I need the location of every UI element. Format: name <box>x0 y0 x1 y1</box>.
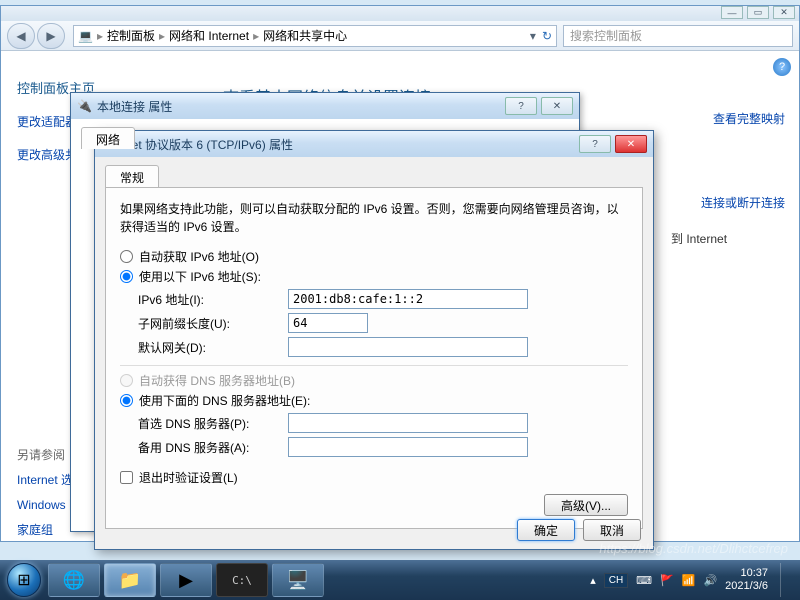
tray-clock[interactable]: 10:37 2021/3/6 <box>725 567 768 593</box>
radio-use-ip-label: 使用以下 IPv6 地址(S): <box>139 268 261 285</box>
ipv6-properties-dialog: Internet 协议版本 6 (TCP/IPv6) 属性 ? ✕ 常规 如果网… <box>94 130 654 550</box>
network-icon: 🔌 <box>77 99 91 113</box>
search-input[interactable]: 搜索控制面板 <box>563 25 793 47</box>
forward-button[interactable]: ▶ <box>37 23 65 49</box>
computer-icon: 💻 <box>78 29 93 43</box>
tray-expand-icon[interactable]: ▴ <box>590 574 596 587</box>
radio-auto-dns <box>120 374 133 387</box>
ok-button[interactable]: 确定 <box>517 519 575 541</box>
win2-titlebar[interactable]: 🔌 本地连接 属性 ? ✕ <box>71 93 579 119</box>
ipv6-address-input[interactable] <box>288 289 528 309</box>
link-connect[interactable]: 连接或断开连接 <box>701 194 785 211</box>
back-button[interactable]: ◀ <box>7 23 35 49</box>
taskbar-media[interactable]: ▶ <box>160 563 212 597</box>
radio-use-dns[interactable] <box>120 394 133 407</box>
dns2-label: 备用 DNS 服务器(A): <box>138 439 288 456</box>
search-placeholder: 搜索控制面板 <box>570 27 642 44</box>
maximize-button[interactable]: ▭ <box>747 6 769 19</box>
tab-panel-general: 如果网络支持此功能，则可以自动获取分配的 IPv6 设置。否则，您需要向网络管理… <box>105 187 643 529</box>
taskbar: ⊞ 🌐 📁 ▶ C:\ 🖥️ ▴ CH ⌨ 🚩 📶 🔊 10:37 2021/3… <box>0 560 800 600</box>
radio-use-dns-row[interactable]: 使用下面的 DNS 服务器地址(E): <box>120 392 628 409</box>
link-full-map[interactable]: 查看完整映射 <box>713 110 785 127</box>
dropdown-icon[interactable]: ▾ <box>530 29 536 43</box>
refresh-icon[interactable]: ↻ <box>542 29 552 43</box>
gateway-label: 默认网关(D): <box>138 339 288 356</box>
validate-row[interactable]: 退出时验证设置(L) <box>120 469 628 486</box>
win2-close-button[interactable]: ✕ <box>541 97 573 115</box>
tray-flag-icon[interactable]: 🚩 <box>660 574 674 587</box>
breadcrumb-2[interactable]: 网络和 Internet <box>169 27 249 44</box>
close-button[interactable]: ✕ <box>773 6 795 19</box>
radio-use-dns-label: 使用下面的 DNS 服务器地址(E): <box>139 392 310 409</box>
taskbar-cmd[interactable]: C:\ <box>216 563 268 597</box>
win3-titlebar[interactable]: Internet 协议版本 6 (TCP/IPv6) 属性 ? ✕ <box>95 131 653 157</box>
ipv6-description: 如果网络支持此功能，则可以自动获取分配的 IPv6 设置。否则，您需要向网络管理… <box>120 200 628 236</box>
radio-auto-ip-label: 自动获取 IPv6 地址(O) <box>139 248 259 265</box>
breadcrumb-3[interactable]: 网络和共享中心 <box>263 27 347 44</box>
windows-logo-icon: ⊞ <box>17 570 30 590</box>
validate-checkbox[interactable] <box>120 471 133 484</box>
advanced-button[interactable]: 高级(V)... <box>544 494 628 516</box>
help-icon[interactable]: ? <box>773 58 791 76</box>
win3-close-button[interactable]: ✕ <box>615 135 647 153</box>
system-tray: ▴ CH ⌨ 🚩 📶 🔊 10:37 2021/3/6 <box>590 563 796 597</box>
taskbar-network-center[interactable]: 🖥️ <box>272 563 324 597</box>
win2-help-button[interactable]: ? <box>505 97 537 115</box>
ip-label: IPv6 地址(I): <box>138 291 288 308</box>
dns1-label: 首选 DNS 服务器(P): <box>138 415 288 432</box>
tray-date: 2021/3/6 <box>725 580 768 593</box>
radio-auto-dns-label: 自动获得 DNS 服务器地址(B) <box>139 372 295 389</box>
cancel-button[interactable]: 取消 <box>583 519 641 541</box>
win2-tab-network[interactable]: 网络 <box>81 127 135 149</box>
prefix-label: 子网前缀长度(U): <box>138 315 288 332</box>
radio-auto-dns-row: 自动获得 DNS 服务器地址(B) <box>120 372 628 389</box>
tray-language[interactable]: CH <box>604 573 628 588</box>
divider <box>120 365 628 366</box>
start-button[interactable]: ⊞ <box>4 560 44 600</box>
tray-keyboard-icon[interactable]: ⌨ <box>636 574 652 587</box>
tab-general[interactable]: 常规 <box>105 165 159 187</box>
explorer-navbar: ◀ ▶ 💻 ▸ 控制面板 ▸ 网络和 Internet ▸ 网络和共享中心 ▾ … <box>1 21 799 51</box>
dns2-input[interactable] <box>288 437 528 457</box>
radio-auto-ip[interactable] <box>120 250 133 263</box>
taskbar-ie[interactable]: 🌐 <box>48 563 100 597</box>
show-desktop-button[interactable] <box>780 563 790 597</box>
win3-help-button[interactable]: ? <box>579 135 611 153</box>
breadcrumb-sep: ▸ <box>97 29 103 43</box>
address-bar[interactable]: 💻 ▸ 控制面板 ▸ 网络和 Internet ▸ 网络和共享中心 ▾ ↻ <box>73 25 557 47</box>
breadcrumb-1[interactable]: 控制面板 <box>107 27 155 44</box>
gateway-input[interactable] <box>288 337 528 357</box>
radio-auto-ip-row[interactable]: 自动获取 IPv6 地址(O) <box>120 248 628 265</box>
minimize-button[interactable]: — <box>721 6 743 19</box>
tray-time: 10:37 <box>725 567 768 580</box>
validate-label: 退出时验证设置(L) <box>139 469 238 486</box>
info-internet: 到 Internet <box>671 230 727 247</box>
radio-use-ip-row[interactable]: 使用以下 IPv6 地址(S): <box>120 268 628 285</box>
prefix-length-input[interactable] <box>288 313 368 333</box>
explorer-titlebar: — ▭ ✕ <box>1 6 799 21</box>
tray-network-icon[interactable]: 📶 <box>682 574 696 587</box>
radio-use-ip[interactable] <box>120 270 133 283</box>
win2-title: 本地连接 属性 <box>97 98 172 115</box>
dns1-input[interactable] <box>288 413 528 433</box>
tray-volume-icon[interactable]: 🔊 <box>703 574 717 587</box>
taskbar-explorer[interactable]: 📁 <box>104 563 156 597</box>
